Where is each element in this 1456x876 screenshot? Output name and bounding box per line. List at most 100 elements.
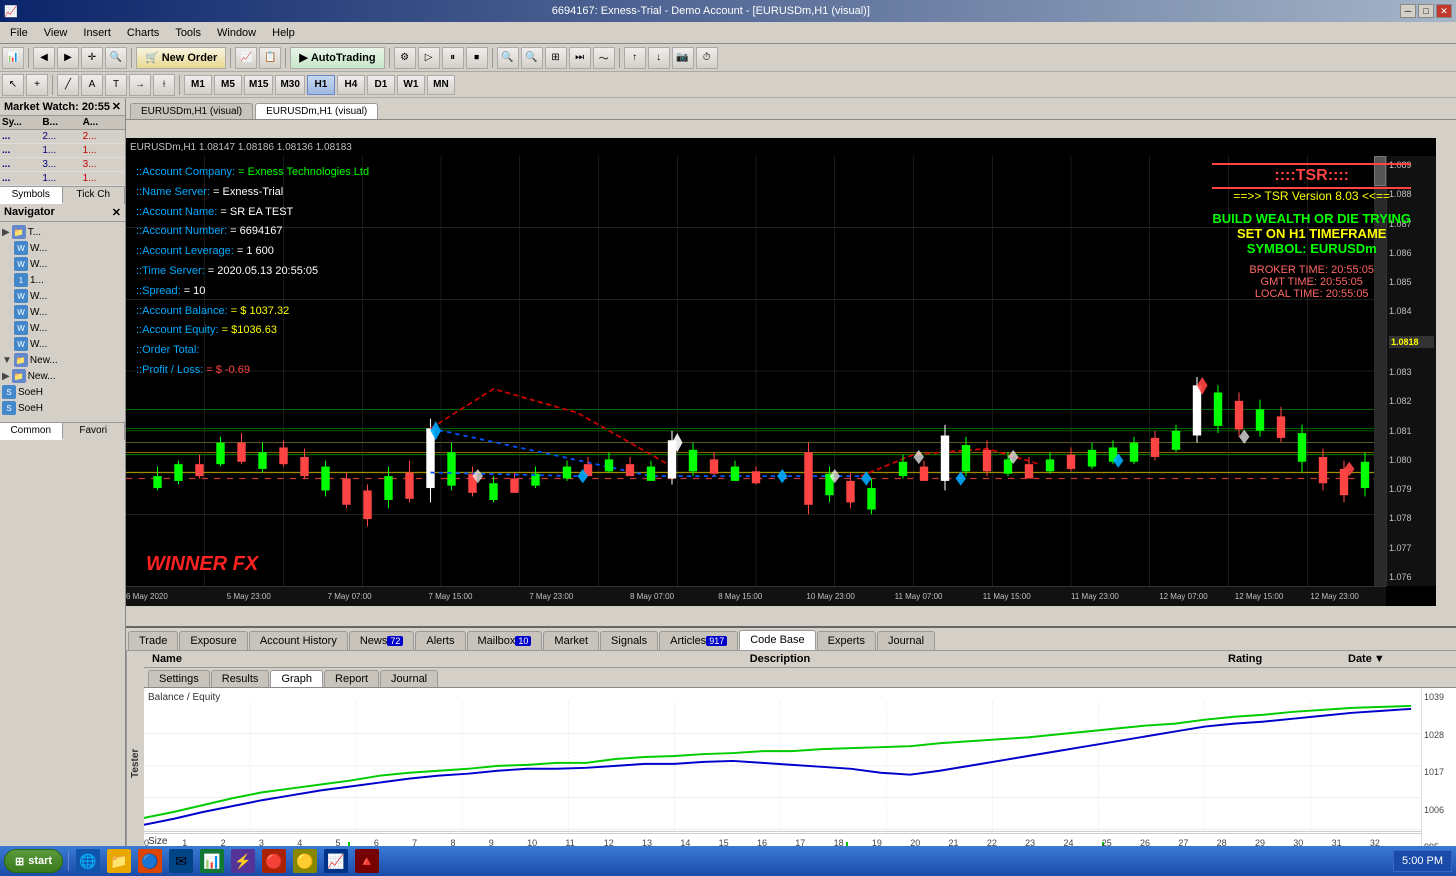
cursor-button[interactable]: ↖ bbox=[2, 74, 24, 96]
tab-news[interactable]: News72 bbox=[349, 631, 415, 650]
play-button[interactable]: ▷ bbox=[418, 47, 440, 69]
chart-tab-1[interactable]: EURUSDm,H1 (visual) bbox=[130, 103, 253, 119]
market-watch-row[interactable]: ... 3... 3... bbox=[0, 158, 125, 172]
taskbar-icon-app2[interactable]: 🔴 bbox=[262, 849, 286, 873]
tab-account-history[interactable]: Account History bbox=[249, 631, 348, 650]
tab-code-base[interactable]: Code Base bbox=[739, 630, 815, 650]
zoom-in-button[interactable]: 🔍 bbox=[105, 47, 127, 69]
tf-m5[interactable]: M5 bbox=[214, 75, 242, 95]
tf-h1[interactable]: H1 bbox=[307, 75, 335, 95]
close-button[interactable]: ✕ bbox=[1436, 4, 1452, 18]
nav-folder-new1[interactable]: ▼ 📁 New... bbox=[2, 352, 123, 368]
tab-articles[interactable]: Articles917 bbox=[659, 631, 738, 650]
minimize-button[interactable]: ─ bbox=[1400, 4, 1416, 18]
subtab-settings[interactable]: Settings bbox=[148, 670, 210, 687]
textbox-button[interactable]: T bbox=[105, 74, 127, 96]
taskbar-icon-app4[interactable]: 🔺 bbox=[355, 849, 379, 873]
tab-alerts[interactable]: Alerts bbox=[415, 631, 465, 650]
tick-button[interactable]: 〜 bbox=[593, 47, 615, 69]
nav-item[interactable]: W W... bbox=[2, 336, 123, 352]
close-market-watch-icon[interactable]: ✕ bbox=[112, 100, 121, 113]
maximize-button[interactable]: □ bbox=[1418, 4, 1434, 18]
new-chart-button[interactable]: 📊 bbox=[2, 47, 24, 69]
tf-mn[interactable]: MN bbox=[427, 75, 455, 95]
close-navigator-icon[interactable]: ✕ bbox=[112, 206, 121, 219]
tab-trade[interactable]: Trade bbox=[128, 631, 178, 650]
nav-item[interactable]: ▶ 📁 T... bbox=[2, 224, 123, 240]
tf-h4[interactable]: H4 bbox=[337, 75, 365, 95]
text-button[interactable]: A bbox=[81, 74, 103, 96]
market-watch-row[interactable]: ... 1... 1... bbox=[0, 172, 125, 186]
crosshair-button[interactable]: ✛ bbox=[81, 47, 103, 69]
subtab-report[interactable]: Report bbox=[324, 670, 379, 687]
subtab-graph[interactable]: Graph bbox=[270, 670, 323, 687]
chart-tab-2[interactable]: EURUSDm,H1 (visual) bbox=[255, 103, 378, 119]
tab-exposure[interactable]: Exposure bbox=[179, 631, 247, 650]
market-watch-row[interactable]: ... 2... 2... bbox=[0, 130, 125, 144]
fit-button[interactable]: ⊞ bbox=[545, 47, 567, 69]
tab-favori[interactable]: Favori bbox=[63, 423, 126, 440]
stop-button[interactable]: ⏹ bbox=[466, 47, 488, 69]
nav-folder-soeh1[interactable]: S SoeH bbox=[2, 384, 123, 400]
tester-panel-label[interactable]: Tester bbox=[126, 651, 144, 876]
template-button[interactable]: 📋 bbox=[259, 47, 281, 69]
timer-button[interactable]: ⏱ bbox=[696, 47, 718, 69]
taskbar-icon-excel[interactable]: 📊 bbox=[200, 849, 224, 873]
taskbar-icon-mail[interactable]: ✉ bbox=[169, 849, 193, 873]
subtab-results[interactable]: Results bbox=[211, 670, 270, 687]
tab-tick-chart[interactable]: Tick Ch bbox=[63, 187, 126, 204]
menu-tools[interactable]: Tools bbox=[167, 25, 209, 41]
menu-file[interactable]: File bbox=[2, 25, 36, 41]
next-button[interactable]: ⏭ bbox=[569, 47, 591, 69]
config-button[interactable]: ⚙ bbox=[394, 47, 416, 69]
nav-item[interactable]: W W... bbox=[2, 288, 123, 304]
menu-insert[interactable]: Insert bbox=[75, 25, 119, 41]
tab-signals[interactable]: Signals bbox=[600, 631, 658, 650]
tf-m15[interactable]: M15 bbox=[244, 75, 273, 95]
back-button[interactable]: ◀ bbox=[33, 47, 55, 69]
tab-market[interactable]: Market bbox=[543, 631, 599, 650]
subtab-journal[interactable]: Journal bbox=[380, 670, 438, 687]
nav-item[interactable]: W W... bbox=[2, 240, 123, 256]
taskbar-icon-folder[interactable]: 📁 bbox=[107, 849, 131, 873]
fib-button[interactable]: ⟊ bbox=[153, 74, 175, 96]
nav-item[interactable]: W W... bbox=[2, 256, 123, 272]
screenshot-button[interactable]: 📷 bbox=[672, 47, 694, 69]
sell-button[interactable]: ↓ bbox=[648, 47, 670, 69]
zoom-chart-button[interactable]: 🔍 bbox=[497, 47, 519, 69]
taskbar-icon-app3[interactable]: 🟡 bbox=[293, 849, 317, 873]
autotrading-button[interactable]: ▶ AutoTrading bbox=[290, 47, 384, 69]
nav-folder-new2[interactable]: ▶ 📁 New... bbox=[2, 368, 123, 384]
menu-help[interactable]: Help bbox=[264, 25, 303, 41]
tf-d1[interactable]: D1 bbox=[367, 75, 395, 95]
menu-view[interactable]: View bbox=[36, 25, 76, 41]
zoomout-chart-button[interactable]: 🔍 bbox=[521, 47, 543, 69]
tab-symbols[interactable]: Symbols bbox=[0, 187, 63, 204]
tf-m30[interactable]: M30 bbox=[275, 75, 304, 95]
new-order-button[interactable]: 🛒 New Order bbox=[136, 47, 226, 69]
indicator-button[interactable]: 📈 bbox=[235, 47, 257, 69]
taskbar-icon-mt4[interactable]: 📈 bbox=[324, 849, 348, 873]
menu-charts[interactable]: Charts bbox=[119, 25, 167, 41]
taskbar-icon-ie[interactable]: 🌐 bbox=[76, 849, 100, 873]
arrow-button[interactable]: → bbox=[129, 74, 151, 96]
forward-button[interactable]: ▶ bbox=[57, 47, 79, 69]
tab-journal[interactable]: Journal bbox=[877, 631, 935, 650]
menu-window[interactable]: Window bbox=[209, 25, 264, 41]
line-button[interactable]: ╱ bbox=[57, 74, 79, 96]
start-button[interactable]: ⊞ start bbox=[4, 849, 63, 873]
tab-mailbox[interactable]: Mailbox10 bbox=[467, 631, 543, 650]
chart-canvas[interactable]: EURUSDm,H1 1.08147 1.08186 1.08136 1.081… bbox=[126, 138, 1436, 606]
crosshair2-button[interactable]: + bbox=[26, 74, 48, 96]
nav-item[interactable]: W W... bbox=[2, 304, 123, 320]
tab-common[interactable]: Common bbox=[0, 423, 63, 440]
nav-item[interactable]: W W... bbox=[2, 320, 123, 336]
buy-button[interactable]: ↑ bbox=[624, 47, 646, 69]
tf-m1[interactable]: M1 bbox=[184, 75, 212, 95]
pause-button[interactable]: ⏸ bbox=[442, 47, 464, 69]
nav-folder-soeh2[interactable]: S SoeH bbox=[2, 400, 123, 416]
taskbar-icon-chrome[interactable]: 🔵 bbox=[138, 849, 162, 873]
tf-w1[interactable]: W1 bbox=[397, 75, 425, 95]
nav-item[interactable]: 1 1... bbox=[2, 272, 123, 288]
market-watch-row[interactable]: ... 1... 1... bbox=[0, 144, 125, 158]
